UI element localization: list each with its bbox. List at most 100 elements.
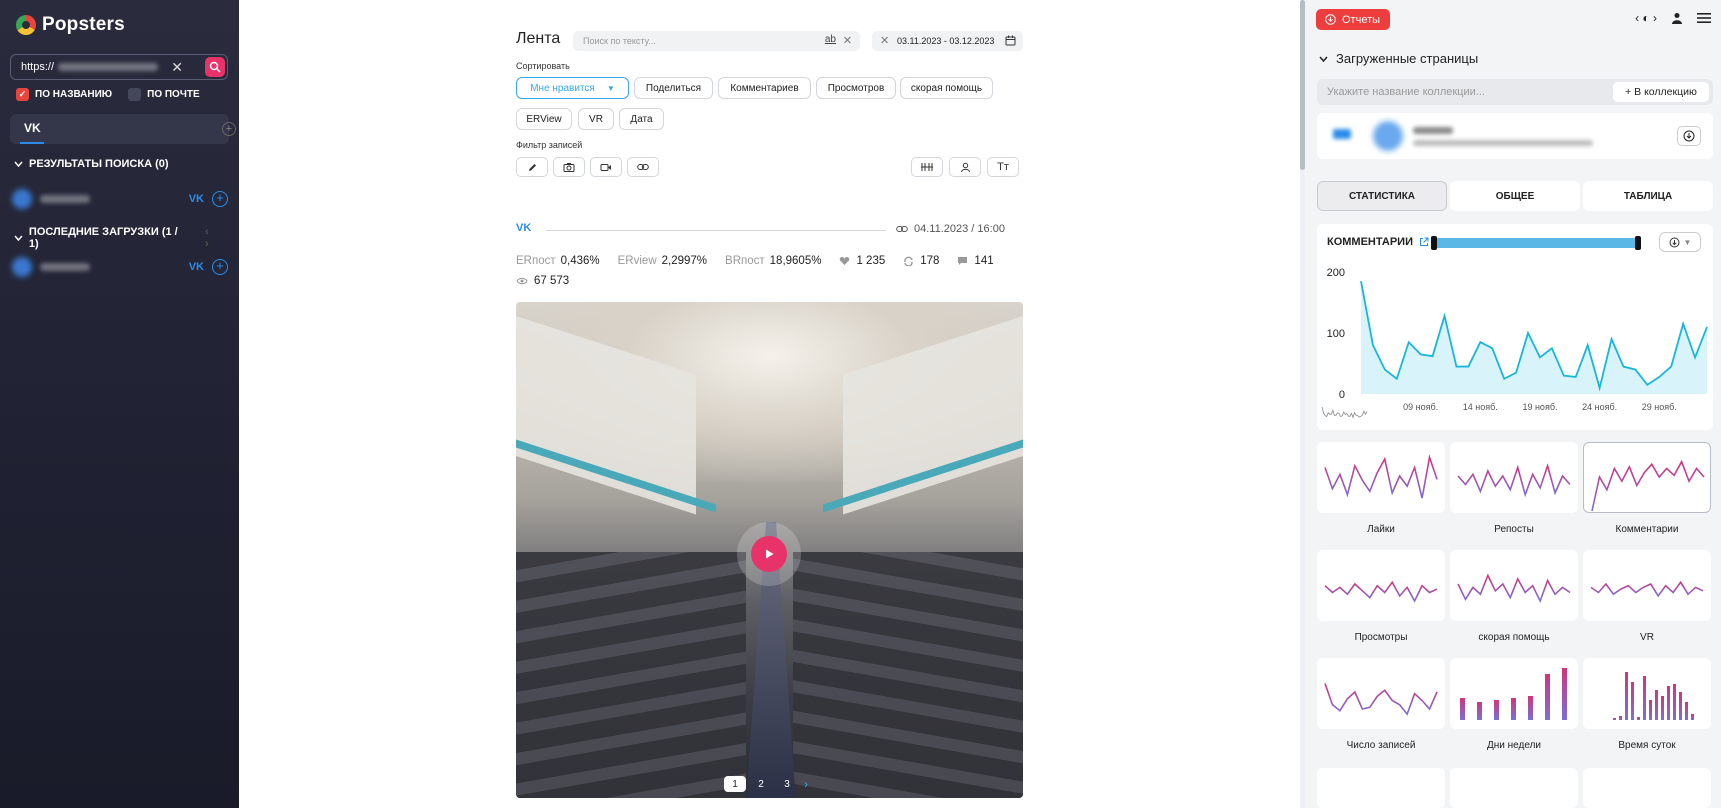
data-point[interactable]	[1491, 347, 1493, 349]
data-point[interactable]	[1515, 372, 1517, 374]
mini-chart-card[interactable]	[1450, 442, 1578, 513]
collection-name-input[interactable]: Укажите название коллекции... + В коллек…	[1317, 79, 1713, 105]
reports-button[interactable]: Отчеты	[1316, 9, 1390, 30]
sort-erview[interactable]: ERView	[516, 108, 572, 130]
data-point[interactable]	[1360, 280, 1362, 282]
sort-likes-dropdown[interactable]: Мне нравится ▼	[516, 77, 629, 99]
data-point[interactable]	[1682, 323, 1684, 325]
mini-chart-card[interactable]	[1450, 550, 1578, 621]
menu-icon[interactable]	[1697, 12, 1711, 24]
post-video[interactable]: 1 2 3 ›	[516, 302, 1023, 798]
data-point[interactable]	[1634, 369, 1636, 371]
data-point[interactable]	[1444, 315, 1446, 317]
data-point[interactable]	[1432, 355, 1434, 357]
filter-by-name[interactable]: ✓ ПО НАЗВАНИЮ	[16, 88, 112, 101]
data-point[interactable]	[1658, 376, 1660, 378]
checkbox-checked-icon[interactable]: ✓	[16, 88, 29, 101]
filter-text-button[interactable]	[516, 157, 548, 177]
data-point[interactable]	[1587, 344, 1589, 346]
data-point[interactable]	[1563, 375, 1565, 377]
contrast-toggle-icon[interactable]: ‹ ◐ ›	[1635, 11, 1657, 25]
tab-statistics[interactable]: СТАТИСТИКА	[1317, 181, 1447, 211]
sort-date[interactable]: Дата	[619, 108, 664, 130]
data-point[interactable]	[1479, 341, 1481, 343]
data-point[interactable]	[1706, 326, 1708, 328]
page-button[interactable]: 3	[776, 776, 798, 792]
data-point[interactable]	[1599, 387, 1601, 389]
clear-icon[interactable]: ✕	[171, 59, 183, 76]
sort-views[interactable]: Просмотров	[816, 77, 896, 99]
add-network-icon[interactable]: +	[222, 122, 236, 136]
chevron-right-icon[interactable]: ›	[804, 777, 808, 791]
search-button[interactable]	[205, 57, 225, 77]
loaded-pages-header[interactable]: Загруженные страницы	[1319, 51, 1478, 66]
data-point[interactable]	[1527, 332, 1529, 334]
layout-toggle-button[interactable]	[911, 157, 943, 177]
data-point[interactable]	[1646, 384, 1648, 386]
data-point[interactable]	[1622, 366, 1624, 368]
clear-icon[interactable]: ✕	[843, 34, 852, 47]
url-input[interactable]: https:// ✕	[10, 54, 228, 80]
mini-chart-card[interactable]	[1583, 658, 1711, 729]
list-item[interactable]: VK +	[12, 256, 228, 278]
data-point[interactable]	[1396, 378, 1398, 380]
tab-general[interactable]: ОБЩЕЕ	[1450, 181, 1580, 211]
recent-loads-header[interactable]: ПОСЛЕДНИЕ ЗАГРУЗКИ (1 / 1) ‹ ›	[14, 226, 239, 250]
logo[interactable]: Popsters	[16, 14, 125, 36]
calendar-icon	[1005, 35, 1016, 46]
mini-chart-card[interactable]	[1317, 550, 1445, 621]
date-range-picker[interactable]: ✕ 03.11.2023 - 03.12.2023	[872, 31, 1023, 51]
filter-by-email[interactable]: ПО ПОЧТЕ	[128, 88, 200, 101]
match-case-icon[interactable]: ab	[825, 34, 836, 45]
data-point[interactable]	[1575, 376, 1577, 378]
data-point[interactable]	[1551, 347, 1553, 349]
data-point[interactable]	[1372, 344, 1374, 346]
data-point[interactable]	[1539, 356, 1541, 358]
data-point[interactable]	[1694, 356, 1696, 358]
filter-link-button[interactable]	[627, 157, 659, 177]
data-point[interactable]	[1384, 369, 1386, 371]
data-point[interactable]	[1503, 378, 1505, 380]
text-size-button[interactable]: Tт	[987, 157, 1019, 177]
search-results-header[interactable]: РЕЗУЛЬТАТЫ ПОИСКА (0)	[14, 158, 169, 170]
tab-table[interactable]: ТАБЛИЦА	[1583, 181, 1713, 211]
download-button[interactable]	[1677, 126, 1701, 146]
mini-chart-card[interactable]	[1583, 768, 1711, 808]
page-button[interactable]: 1	[724, 776, 746, 792]
pager-arrows-icon[interactable]: ‹ ›	[205, 226, 239, 250]
mini-chart-card[interactable]	[1317, 768, 1445, 808]
mini-chart-card[interactable]	[1583, 442, 1711, 513]
user-icon[interactable]	[1671, 12, 1683, 24]
checkbox-icon[interactable]	[128, 88, 142, 101]
sort-emergency[interactable]: скорая помощь	[900, 77, 993, 99]
item-name-blurred	[40, 263, 90, 271]
mini-chart-card[interactable]	[1450, 768, 1578, 808]
data-point[interactable]	[1611, 338, 1613, 340]
mini-chart-card[interactable]	[1317, 442, 1445, 513]
author-filter-button[interactable]	[949, 157, 981, 177]
mini-chart-card[interactable]	[1317, 658, 1445, 729]
sort-comments[interactable]: Комментариев	[718, 77, 811, 99]
filter-video-button[interactable]	[590, 157, 622, 177]
add-icon[interactable]: +	[212, 259, 228, 275]
data-point[interactable]	[1408, 341, 1410, 343]
data-point[interactable]	[1455, 366, 1457, 368]
sort-shares[interactable]: Поделиться	[634, 77, 713, 99]
data-point[interactable]	[1467, 366, 1469, 368]
data-point[interactable]	[1420, 353, 1422, 355]
clear-icon[interactable]: ✕	[880, 34, 889, 47]
data-point[interactable]	[1670, 366, 1672, 368]
post-date[interactable]: 04.11.2023 / 16:00	[896, 223, 1005, 235]
play-button[interactable]	[751, 536, 787, 572]
page-button[interactable]: 2	[750, 776, 772, 792]
tab-vk[interactable]: VK	[24, 121, 41, 135]
list-item[interactable]: VK +	[12, 188, 228, 210]
text-search-input[interactable]: Поиск по тексту... ab ✕	[573, 31, 860, 51]
add-icon[interactable]: +	[212, 191, 228, 207]
sort-vr[interactable]: VR	[578, 108, 614, 130]
mini-chart-card[interactable]	[1583, 550, 1711, 621]
filter-photo-button[interactable]	[553, 157, 585, 177]
add-to-collection-button[interactable]: + В коллекцию	[1613, 82, 1709, 102]
loaded-page-card[interactable]	[1317, 113, 1713, 159]
mini-chart-card[interactable]	[1450, 658, 1578, 729]
